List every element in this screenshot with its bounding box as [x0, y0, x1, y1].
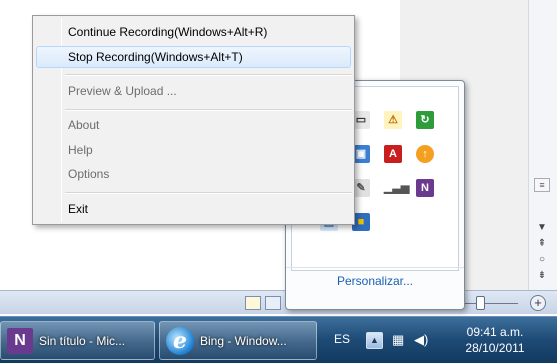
- onenote-icon: N: [7, 327, 33, 354]
- menu-item-preview-upload: Preview & Upload ...: [68, 84, 177, 98]
- taskbar: N Sin título - Mic... e Bing - Window...…: [0, 316, 557, 363]
- menu-item-about: About: [68, 118, 100, 132]
- menu-separator: [65, 109, 352, 111]
- language-indicator[interactable]: ES: [334, 332, 350, 346]
- taskbar-button-internet-explorer[interactable]: e Bing - Window...: [159, 321, 317, 360]
- scroll-down-arrow-icon[interactable]: ▼: [534, 222, 550, 233]
- menu-item-stop-recording[interactable]: Stop Recording(Windows+Alt+T): [36, 46, 351, 68]
- menu-item-help: Help: [68, 143, 93, 157]
- taskbar-button-onenote[interactable]: N Sin título - Mic...: [0, 321, 155, 360]
- print-layout-view-icon[interactable]: [245, 296, 261, 310]
- menu-item-exit[interactable]: Exit: [36, 198, 351, 220]
- internet-explorer-icon: e: [166, 326, 194, 355]
- context-menu: Continue Recording(Windows+Alt+R) Stop R…: [32, 15, 355, 225]
- clock-date: 28/10/2011: [465, 341, 525, 355]
- clock-time: 09:41 a.m.: [466, 325, 524, 339]
- select-browse-object-icon[interactable]: ○: [534, 254, 550, 265]
- sync-icon[interactable]: ↻: [416, 111, 434, 129]
- zoom-in-icon[interactable]: +: [530, 295, 546, 311]
- taskbar-button-label: Sin título - Mic...: [39, 333, 126, 348]
- network-warning-icon[interactable]: ⚠: [384, 111, 402, 129]
- update-icon[interactable]: ↑: [416, 145, 434, 163]
- notification-area: ES ▲ ▦ ◀) 09:41 a.m. 28/10/2011: [320, 317, 557, 363]
- taskbar-button-label: Bing - Window...: [200, 333, 287, 348]
- reading-view-icon[interactable]: [265, 296, 281, 310]
- acrobat-icon[interactable]: A: [384, 145, 402, 163]
- menu-item-options: Options: [68, 167, 110, 181]
- status-bar: − +: [0, 290, 557, 314]
- network-icon[interactable]: ▦: [392, 332, 404, 348]
- customize-link[interactable]: Personalizar...: [286, 267, 464, 303]
- signal-strength-icon[interactable]: ▁▃▅: [384, 179, 409, 197]
- menu-separator: [65, 74, 352, 76]
- volume-icon[interactable]: ◀): [414, 332, 428, 348]
- zoom-slider-handle[interactable]: [476, 296, 485, 310]
- view-ruler-icon[interactable]: ≡: [534, 178, 550, 192]
- onenote-tray-icon[interactable]: N: [416, 179, 434, 197]
- menu-separator: [65, 192, 352, 194]
- system-clock[interactable]: 09:41 a.m. 28/10/2011: [440, 324, 550, 356]
- show-hidden-icons-button[interactable]: ▲: [366, 332, 383, 349]
- next-page-icon[interactable]: ⇟: [534, 270, 550, 281]
- menu-item-continue-recording[interactable]: Continue Recording(Windows+Alt+R): [36, 21, 351, 43]
- previous-page-icon[interactable]: ⇞: [534, 238, 550, 249]
